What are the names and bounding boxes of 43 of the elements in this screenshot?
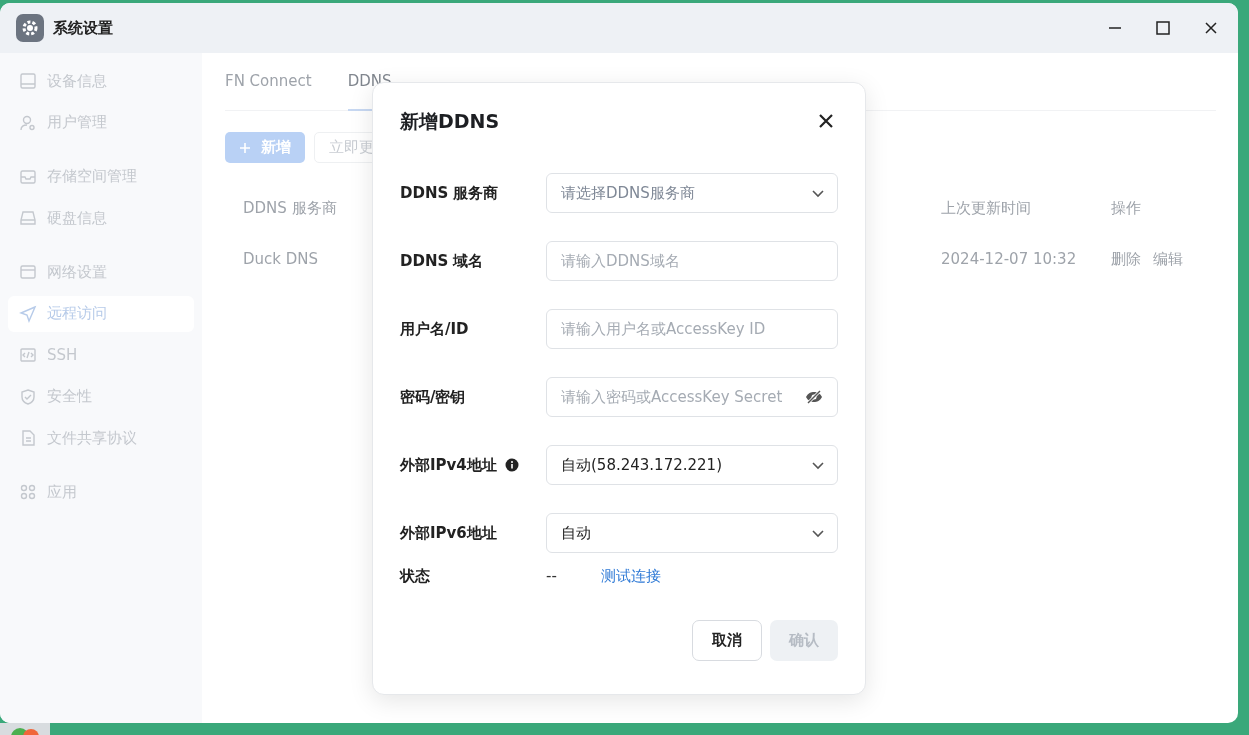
app-icon [16,14,44,42]
text-input[interactable]: 请输入密码或AccessKey Secret [561,378,805,416]
close-icon [818,113,834,129]
add-button[interactable]: 新增 [225,132,305,163]
code-icon [19,346,37,364]
window-title: 系统设置 [53,17,113,39]
field-label: 密码/密钥 [400,386,466,408]
storage-icon [19,167,37,186]
select-field[interactable]: 自动(58.243.172.221) [546,445,838,485]
field-label: DDNS 服务商 [400,182,499,204]
network-icon [19,263,37,281]
eye-slash-icon[interactable] [805,389,823,405]
action-link[interactable]: 删除 [1111,233,1141,285]
input-field[interactable]: 请输入密码或AccessKey Secret [546,377,838,417]
shield-icon [19,387,37,406]
close-icon [1204,21,1218,35]
user-icon [19,113,37,132]
field-label: DDNS 域名 [400,250,484,272]
field-label: 外部IPv6地址 [400,522,497,544]
table-cell-text: 2024-12-07 10:32 [941,249,1077,270]
status-value: -- [546,566,558,587]
select-field[interactable]: 请选择DDNS服务商 [546,173,838,213]
table-cell-text: Duck DNS [243,249,319,270]
sidebar-item[interactable]: 远程访问 [8,295,194,332]
info-icon[interactable] [504,458,519,472]
plus-icon [239,141,251,154]
status-label: 状态 [400,566,431,587]
send-icon [19,304,37,323]
test-connection-link[interactable]: 测试连接 [601,565,661,588]
document-icon [19,429,37,447]
cancel-button[interactable]: 取消 [692,619,762,661]
tab[interactable]: FN Connect [225,53,312,111]
column-header: DDNS 服务商 [243,198,337,219]
monitor-icon [19,72,37,90]
action-link[interactable]: 编辑 [1153,233,1183,285]
column-header: 操作 [1111,198,1141,219]
dialog-title: 新增DDNS [400,109,500,133]
grid-icon [19,483,37,501]
select-field[interactable]: 自动 [546,513,838,553]
field-label: 外部IPv4地址 [400,454,497,476]
field-label: 用户名/ID [400,318,469,340]
column-header: 上次更新时间 [941,198,1031,219]
maximize-icon [1156,21,1170,35]
